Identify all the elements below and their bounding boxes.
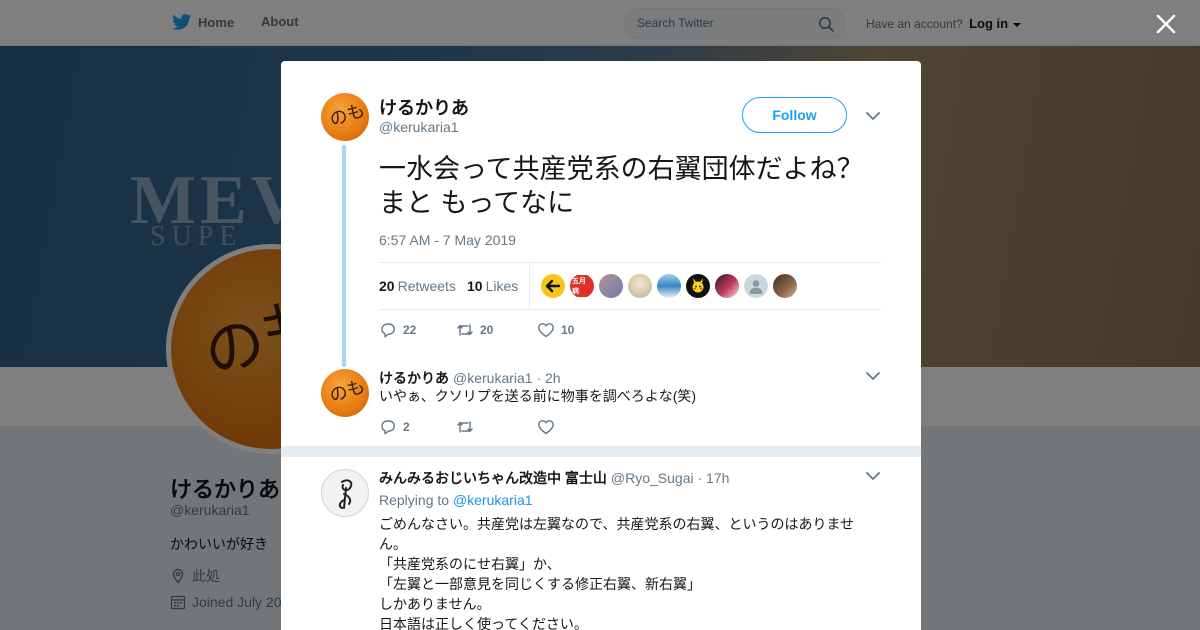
liker-avatar[interactable] — [657, 274, 681, 298]
avatar-drawing — [338, 479, 353, 509]
reply-text-line: ごめんなさい。共産党は左翼なので、共産党系の右翼、というのはありませ — [379, 516, 855, 532]
pikachu-icon — [692, 278, 704, 293]
retweets-stat[interactable]: 20 Retweets — [379, 278, 456, 294]
replies-separator — [281, 446, 921, 457]
reply-author-handle[interactable]: @kerukaria1 — [453, 370, 533, 386]
reply-author-avatar[interactable]: のも — [321, 369, 369, 417]
tweet-text: 一水会って共産党系の右翼団体だよね？ まと もってなに — [379, 152, 889, 220]
author-avatar[interactable]: のも — [321, 93, 369, 141]
close-icon[interactable] — [1154, 12, 1178, 36]
liker-avatar[interactable] — [628, 274, 652, 298]
reply-author-name[interactable]: みんみるおじいちゃん改造中 富士山 — [379, 470, 607, 486]
avatar-drawing: のも — [327, 375, 368, 407]
stats-divider — [529, 263, 530, 309]
reply-button[interactable]: 2 — [379, 418, 431, 436]
retweets-count: 20 — [379, 278, 395, 294]
likes-label: Likes — [485, 278, 519, 294]
reply-time[interactable]: · 17h — [697, 470, 729, 486]
liker-avatar-pikachu[interactable] — [686, 274, 710, 298]
liker-avatar[interactable] — [715, 274, 739, 298]
tweet-text-line: 一水会って共産党系の右翼団体だよね？ — [379, 154, 864, 184]
chevron-down-icon[interactable] — [866, 371, 880, 381]
retweet-button[interactable] — [456, 418, 512, 436]
like-count: 10 — [561, 323, 575, 337]
retweet-button[interactable]: 20 — [456, 321, 512, 339]
replying-to-link[interactable]: @kerukaria1 — [453, 492, 533, 508]
like-button[interactable] — [537, 418, 561, 436]
avatar-drawing: のも — [327, 99, 368, 131]
liker-tag-text: 五月病 — [570, 275, 594, 297]
reply-header: みんみるおじいちゃん改造中 富士山 @Ryo_Sugai · 17h — [379, 468, 729, 488]
tweet-stats: 20 Retweets 10 Likes 五月病 — [379, 262, 881, 310]
likes-stat[interactable]: 10 Likes — [467, 278, 518, 294]
replying-to: Replying to @kerukaria1 — [379, 492, 533, 508]
reply-count: 22 — [403, 323, 417, 337]
liker-avatar-default[interactable] — [744, 274, 768, 298]
heart-icon — [538, 323, 554, 338]
reply-author-name[interactable]: けるかりあ — [379, 370, 449, 386]
reply-icon — [381, 323, 395, 338]
reply-button[interactable]: 22 — [379, 321, 431, 339]
reply-text-line: しかありません。 — [379, 596, 491, 612]
reply-text: いやぁ、クソリプを送る前に物事を調べろよな(笑) — [379, 388, 697, 404]
chevron-down-icon[interactable] — [866, 471, 880, 481]
tweet-actions: 22 20 10 — [379, 321, 599, 339]
follow-button[interactable]: Follow — [742, 97, 847, 133]
reply-time[interactable]: · 2h — [536, 370, 560, 386]
default-user-icon — [749, 280, 763, 294]
reply-text: ごめんなさい。共産党は左翼なので、共産党系の右翼、というのはありませ ん。 「共… — [379, 514, 864, 630]
reply-icon — [381, 420, 395, 435]
chevron-down-icon[interactable] — [866, 111, 880, 121]
replying-prefix: Replying to — [379, 492, 450, 508]
author-name[interactable]: けるかりあ — [379, 94, 469, 120]
retweet-icon — [457, 324, 473, 336]
retweet-count: 20 — [480, 323, 494, 337]
reply-author-handle[interactable]: @Ryo_Sugai — [611, 470, 694, 486]
reply-count: 2 — [403, 420, 410, 434]
liker-avatars: 五月病 — [541, 274, 797, 298]
tweet-text-line: まと もってなに — [379, 188, 575, 218]
like-button[interactable]: 10 — [537, 321, 574, 339]
tweet-timestamp[interactable]: 6:57 AM - 7 May 2019 — [379, 232, 516, 248]
retweet-icon — [457, 421, 473, 433]
liker-avatar-tag[interactable]: 五月病 — [570, 274, 594, 298]
reply-author-avatar[interactable] — [321, 469, 369, 517]
thread-line — [342, 145, 346, 367]
arrow-left-icon — [545, 279, 561, 293]
author-handle[interactable]: @kerukaria1 — [379, 119, 459, 135]
reply-header: けるかりあ @kerukaria1 · 2h — [379, 368, 561, 388]
retweets-label: Retweets — [397, 278, 456, 294]
liker-avatar[interactable] — [773, 274, 797, 298]
likes-count: 10 — [467, 278, 483, 294]
reply-text-line: 日本語は正しく使ってください。 — [379, 616, 588, 630]
tweet-modal: のも けるかりあ @kerukaria1 Follow 一水会って共産党系の右翼… — [281, 61, 921, 630]
reply-actions: 2 — [379, 418, 586, 436]
reply-text-line: 「共産党系のにせ右翼」か、 — [379, 556, 561, 572]
reply-text-line: 「左翼と一部意見を同じくする修正右翼、新右翼」 — [379, 576, 701, 592]
heart-icon — [538, 420, 554, 435]
liker-avatar-arrow[interactable] — [541, 274, 565, 298]
reply-text-line: ん。 — [379, 536, 407, 552]
liker-avatar[interactable] — [599, 274, 623, 298]
